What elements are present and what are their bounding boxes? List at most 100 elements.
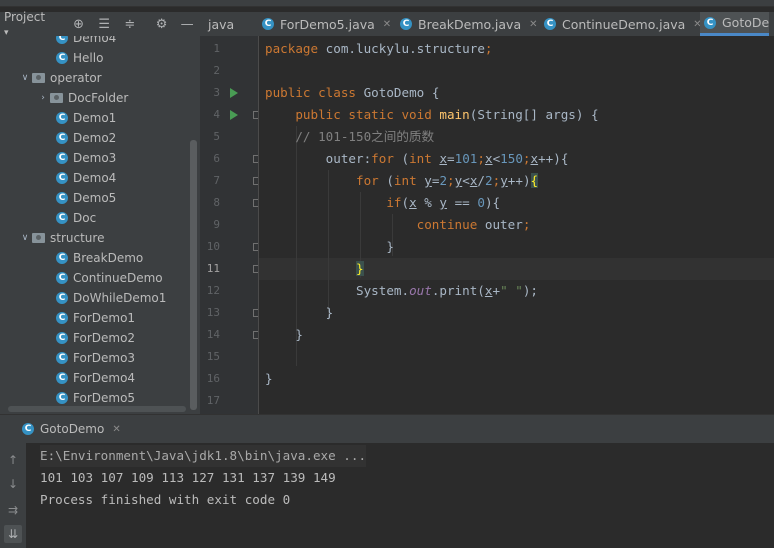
code-token: y <box>500 173 508 188</box>
code-token: main <box>439 107 470 122</box>
code-line: } <box>265 236 394 258</box>
tree-item-demo1[interactable]: C Demo1 <box>0 108 200 128</box>
code-token: 150 <box>500 151 523 166</box>
tree-item-label: Demo2 <box>73 131 117 145</box>
tab-fordemo5-java[interactable]: C ForDemo5.java ✕ <box>258 12 391 36</box>
code-token: package <box>265 41 326 56</box>
project-view-selector[interactable]: Project <box>4 10 52 38</box>
code-token: % <box>416 195 440 210</box>
code-token: 0 <box>477 195 485 210</box>
locate-file-icon[interactable]: ⊕ <box>66 17 92 32</box>
code-token: } <box>265 239 394 254</box>
close-icon[interactable]: ✕ <box>112 424 120 435</box>
tree-item-breakdemo[interactable]: C BreakDemo <box>0 248 200 268</box>
code-token: { <box>530 173 539 188</box>
code-token: public static void <box>265 107 440 122</box>
class-icon: C <box>56 312 68 324</box>
project-scrollbar-horizontal[interactable] <box>8 406 186 412</box>
code-token: GotoDemo { <box>363 85 440 100</box>
line-number: 6 <box>213 152 220 165</box>
tab-gotode[interactable]: C GotoDe <box>700 12 770 36</box>
chevron-down-icon[interactable]: ∨ <box>18 73 32 83</box>
code-token: ; <box>477 151 485 166</box>
line-number: 5 <box>213 130 220 143</box>
code-line: for (int y=2;y<x/2;y++){ <box>265 170 539 192</box>
code-token: ; <box>522 151 531 166</box>
scroll-to-end-icon[interactable]: ⇊ <box>4 525 22 543</box>
tree-item-fordemo3[interactable]: C ForDemo3 <box>0 348 200 368</box>
tree-item-label: Hello <box>73 51 104 65</box>
code-token: + <box>492 283 501 298</box>
gear-icon[interactable]: ⚙ <box>149 17 175 32</box>
code-editor[interactable]: package com.luckylu.structure; public cla… <box>259 36 774 414</box>
collapse-all-icon[interactable]: ≑ <box>117 17 143 32</box>
code-token: System. <box>265 283 410 298</box>
tree-item-label: structure <box>50 231 105 245</box>
tree-item-fordemo5[interactable]: C ForDemo5 <box>0 388 200 408</box>
tree-item-hello[interactable]: C Hello <box>0 48 200 68</box>
tree-item-fordemo4[interactable]: C ForDemo4 <box>0 368 200 388</box>
line-number: 12 <box>206 284 220 297</box>
line-number: 7 <box>213 174 220 187</box>
tab-breakdemo-java[interactable]: C BreakDemo.java ✕ <box>396 12 538 36</box>
run-icon[interactable] <box>230 88 238 98</box>
tree-item-doc[interactable]: C Doc <box>0 208 200 228</box>
class-icon: C <box>704 16 716 29</box>
tree-item-label: ForDemo3 <box>73 351 136 365</box>
tree-item-demo5[interactable]: C Demo5 <box>0 188 200 208</box>
tree-item-label: Demo5 <box>73 191 117 205</box>
tree-item-demo3[interactable]: C Demo3 <box>0 148 200 168</box>
tree-item-docfolder[interactable]: › DocFolder <box>0 88 200 108</box>
tree-item-dowhiledemo1[interactable]: C DoWhileDemo1 <box>0 288 200 308</box>
tab-continuedemo-java[interactable]: C ContinueDemo.java ✕ <box>540 12 702 36</box>
close-icon[interactable]: ✕ <box>529 19 537 30</box>
tree-item-demo4[interactable]: C Demo4 <box>0 168 200 188</box>
tree-item-demo4[interactable]: C Demo4 <box>0 36 200 48</box>
run-tab-label: GotoDemo <box>40 422 105 436</box>
tab-label: ForDemo5.java <box>280 16 375 32</box>
hide-panel-icon[interactable]: — <box>174 17 200 32</box>
chevron-right-icon[interactable]: › <box>36 93 50 103</box>
project-tree: C Demo4 C Hello ∨ operator › DocFolder C Demo1 C De… <box>0 36 200 414</box>
chevron-down-icon[interactable]: ∨ <box>18 233 32 243</box>
arrow-up-icon[interactable]: ↑ <box>4 451 22 469</box>
tree-item-label: ForDemo5 <box>73 391 136 405</box>
line-number: 8 <box>213 196 220 209</box>
line-number: 17 <box>206 394 220 407</box>
folder-icon <box>32 73 45 83</box>
console-command-line: E:\Environment\Java\jdk1.8\bin\java.exe … <box>40 445 367 467</box>
expand-all-icon[interactable]: ☰ <box>91 17 117 32</box>
tab-label: ContinueDemo.java <box>562 16 686 32</box>
arrow-down-icon[interactable]: ↓ <box>4 475 22 493</box>
run-icon[interactable] <box>230 110 238 120</box>
tree-item-continuedemo[interactable]: C ContinueDemo <box>0 268 200 288</box>
code-line: if(x % y == 0){ <box>265 192 500 214</box>
console-exit-message: Process finished with exit code 0 <box>40 492 291 507</box>
folder-icon <box>32 233 45 243</box>
tree-item-label: DocFolder <box>68 91 129 105</box>
code-token: ( <box>401 151 410 166</box>
project-scrollbar-vertical[interactable] <box>190 140 197 410</box>
tab-java[interactable]: java <box>204 12 234 36</box>
close-icon[interactable]: ✕ <box>383 19 391 30</box>
code-token: 101 <box>454 151 478 166</box>
tree-item-label: BreakDemo <box>73 251 144 265</box>
code-token: / <box>477 173 486 188</box>
console-output[interactable]: E:\Environment\Java\jdk1.8\bin\java.exe … <box>26 443 774 548</box>
code-line: } <box>265 368 273 390</box>
class-icon: C <box>56 52 68 64</box>
tree-item-structure[interactable]: ∨ structure <box>0 228 200 248</box>
code-line: } <box>265 302 334 324</box>
code-token: ; <box>522 217 531 232</box>
tree-item-label: ContinueDemo <box>73 271 163 285</box>
tree-item-operator[interactable]: ∨ operator <box>0 68 200 88</box>
tree-item-fordemo1[interactable]: C ForDemo1 <box>0 308 200 328</box>
code-token: com.luckylu.structure <box>325 41 485 56</box>
tree-item-demo2[interactable]: C Demo2 <box>0 128 200 148</box>
soft-wrap-icon[interactable]: ⇉ <box>4 501 22 519</box>
tree-item-fordemo2[interactable]: C ForDemo2 <box>0 328 200 348</box>
class-icon: C <box>56 212 68 224</box>
run-tab-gotodemo[interactable]: C GotoDemo ✕ <box>22 415 121 443</box>
line-number: 16 <box>206 372 220 385</box>
